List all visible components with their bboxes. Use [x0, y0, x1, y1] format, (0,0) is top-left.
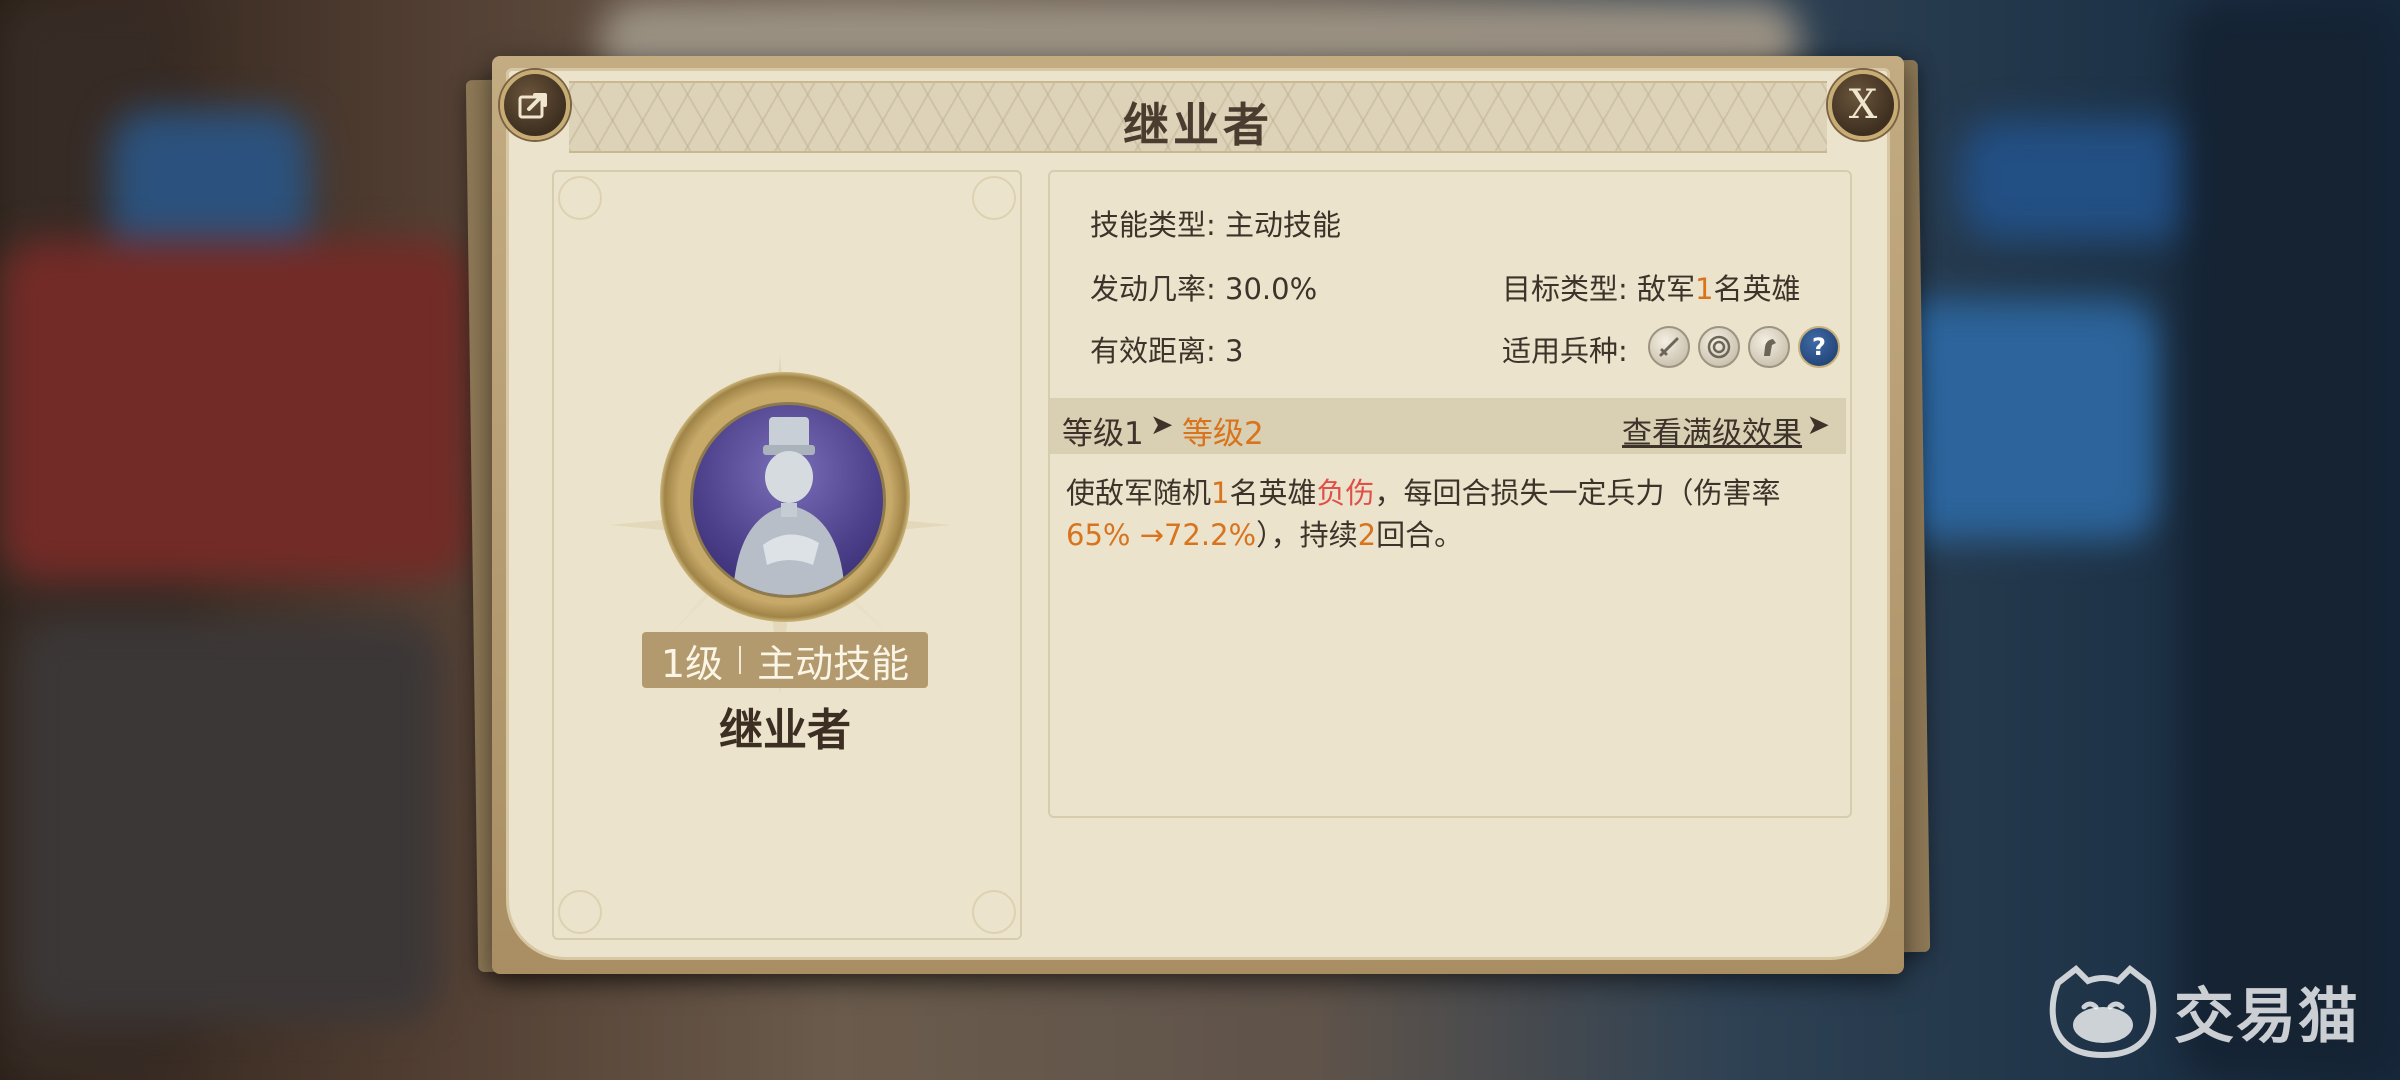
question-mark: ?	[1812, 333, 1826, 361]
corner-ornament	[972, 176, 1016, 220]
desc-text: 名英雄	[1229, 476, 1317, 510]
cat-logo-icon	[2049, 965, 2157, 1059]
trigger-rate-value: 30.0%	[1225, 272, 1318, 306]
horse-glyph	[1764, 339, 1776, 356]
skill-level-badge: 1级 主动技能	[642, 632, 928, 688]
desc-text: ，每回合损失一定兵力（伤害率	[1374, 476, 1781, 510]
next-level: 等级2	[1182, 416, 1264, 452]
skill-type-row: 技能类型: 主动技能	[1090, 202, 1341, 244]
range-label: 有效距离:	[1090, 334, 1216, 368]
sword-icon[interactable]	[1648, 326, 1690, 368]
trigger-rate-label: 发动几率:	[1090, 272, 1216, 306]
skill-type-tag: 主动技能	[757, 641, 910, 686]
desc-status-effect: 负伤	[1316, 476, 1375, 510]
view-max-level-link[interactable]: 查看满级效果	[1622, 408, 1802, 452]
view-max-arrow-icon[interactable]: ➤	[1807, 408, 1830, 441]
corner-ornament	[558, 890, 602, 934]
level-compare-bar: 等级1 ➤ 等级2 查看满级效果 ➤	[1050, 398, 1846, 454]
trigger-rate-row: 发动几率: 30.0%	[1090, 266, 1317, 308]
game-screen: 继业者 X 1级 主动技能 继业者 技能类型: 主动技能 发动几率: 30.0%…	[0, 0, 2400, 1080]
troop-type-row: 适用兵种:	[1502, 328, 1628, 370]
close-icon: X	[1848, 82, 1878, 128]
troop-icons: ?	[1648, 326, 1840, 368]
desc-text: ），持续	[1256, 518, 1358, 552]
skill-type-label: 技能类型:	[1090, 208, 1216, 242]
range-value: 3	[1225, 334, 1244, 368]
corner-ornament	[972, 890, 1016, 934]
desc-duration: 2	[1357, 518, 1377, 552]
desc-text: 回合。	[1376, 518, 1464, 552]
desc-target-count: 1	[1211, 476, 1230, 510]
skill-level: 1级	[660, 641, 724, 686]
skill-description: 使敌军随机1名英雄负伤，每回合损失一定兵力（伤害率 65% →72.2%），持续…	[1066, 472, 1836, 556]
corner-ornament	[558, 176, 602, 220]
current-level: 等级1	[1062, 416, 1144, 452]
share-icon	[518, 93, 547, 119]
bow-target-icon[interactable]	[1698, 326, 1740, 368]
desc-damage-rate: 65% →72.2%	[1066, 518, 1257, 552]
target-count: 1	[1695, 272, 1714, 306]
troop-type-label: 适用兵种:	[1502, 334, 1628, 368]
horse-icon[interactable]	[1748, 326, 1790, 368]
watermark: 交易猫	[2048, 962, 2360, 1060]
general-figure-icon	[733, 417, 845, 595]
target-type-row: 目标类型: 敌军1名英雄	[1502, 266, 1800, 308]
skill-name: 继业者	[719, 705, 851, 756]
dialog-title: 继业者	[1123, 98, 1273, 152]
target-prefix: 敌军	[1637, 272, 1696, 306]
range-row: 有效距离: 3	[1090, 328, 1243, 370]
sword-glyph	[1659, 337, 1679, 357]
target-suffix: 名英雄	[1713, 272, 1801, 306]
target-type-label: 目标类型:	[1502, 272, 1628, 306]
skill-portrait	[690, 402, 886, 598]
share-button[interactable]	[500, 70, 570, 140]
target-glyph	[1707, 335, 1731, 359]
desc-text: 使敌军随机	[1066, 476, 1212, 510]
watermark-text: 交易猫	[2174, 981, 2360, 1052]
question-icon[interactable]: ?	[1798, 326, 1840, 368]
level-arrow-icon: ➤	[1150, 408, 1174, 441]
skill-type-value: 主动技能	[1225, 208, 1342, 242]
close-button[interactable]: X	[1828, 70, 1898, 140]
badge-divider	[739, 646, 742, 674]
